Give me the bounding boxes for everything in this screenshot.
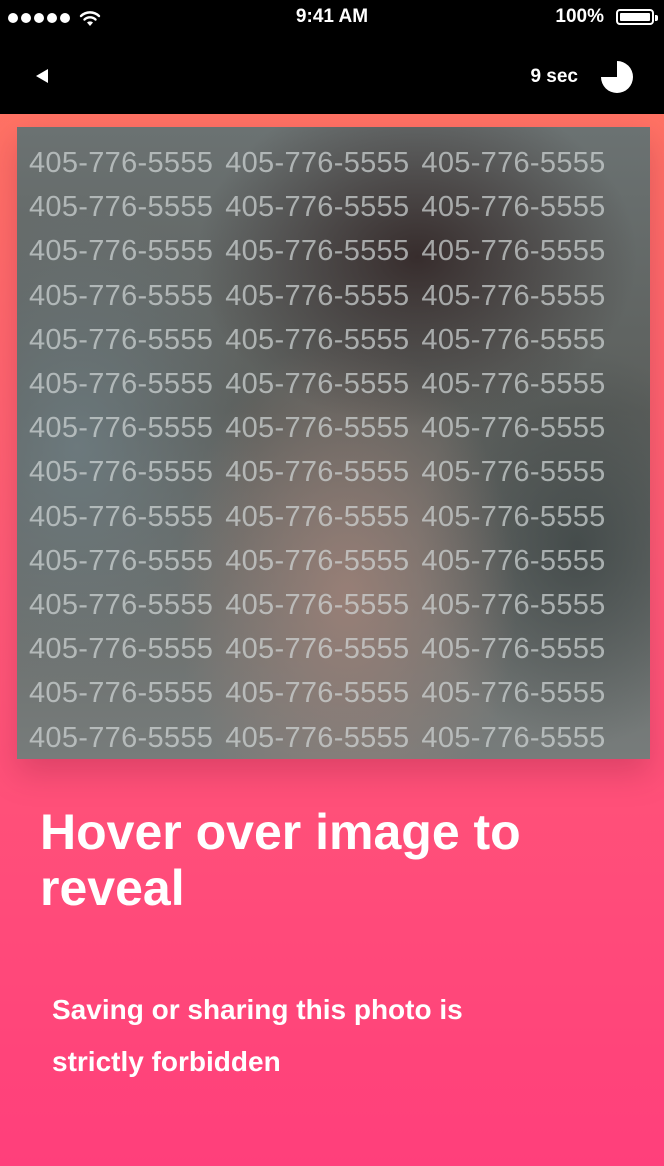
watermark-text: 405-776-5555 xyxy=(29,589,214,622)
phone-watermark: 405-776-5555 405-776-5555 405-776-5555 405-… xyxy=(29,141,649,759)
back-arrow-icon xyxy=(36,69,48,83)
watermark-text: 405-776-5555 xyxy=(225,412,410,445)
watermark-text: 405-776-5555 xyxy=(225,147,410,179)
watermark-text: 405-776-5555 xyxy=(29,633,214,666)
watermark-text: 405-776-5555 xyxy=(421,279,606,312)
watermark-text: 405-776-5555 xyxy=(421,633,606,666)
content-area: 405-776-5555 405-776-5555 405-776-5555 405-… xyxy=(0,114,664,1166)
watermark-text: 405-776-5555 xyxy=(225,721,410,754)
watermark-text: 405-776-5555 xyxy=(225,191,410,224)
watermark-text: 405-776-5555 xyxy=(421,235,606,268)
watermark-text: 405-776-5555 xyxy=(225,500,410,533)
watermark-text: 405-776-5555 xyxy=(421,456,606,489)
battery-nub xyxy=(655,15,658,21)
watermark-text: 405-776-5555 xyxy=(225,235,410,268)
watermark-row: 405-776-5555 405-776-5555 405-776-5555 xyxy=(29,185,649,229)
watermark-row: 405-776-5555 405-776-5555 405-776-5555 xyxy=(29,495,649,539)
nav-bar: 9 sec xyxy=(0,36,664,114)
watermark-text: 405-776-5555 xyxy=(421,368,606,401)
watermark-text: 405-776-5555 xyxy=(421,323,606,356)
watermark-text: 405-776-5555 xyxy=(29,279,214,312)
watermark-row: 405-776-5555 405-776-5555 405-776-5555 xyxy=(29,450,649,494)
countdown-pie-icon xyxy=(601,61,633,93)
watermark-row: 405-776-5555 405-776-5555 405-776-5555 xyxy=(29,274,649,318)
timer-label: 9 sec xyxy=(530,66,578,87)
watermark-row: 405-776-5555 405-776-5555 405-776-5555 xyxy=(29,318,649,362)
watermark-text: 405-776-5555 xyxy=(421,147,606,179)
blurred-photo[interactable]: 405-776-5555 405-776-5555 405-776-5555 405-… xyxy=(17,127,650,759)
watermark-text: 405-776-5555 xyxy=(225,368,410,401)
watermark-text: 405-776-5555 xyxy=(225,323,410,356)
watermark-text: 405-776-5555 xyxy=(225,589,410,622)
watermark-text: 405-776-5555 xyxy=(225,544,410,577)
watermark-text: 405-776-5555 xyxy=(421,412,606,445)
watermark-text: 405-776-5555 xyxy=(29,368,214,401)
watermark-row: 405-776-5555 405-776-5555 405-776-5555 xyxy=(29,406,649,450)
reveal-headline: Hover over image to reveal xyxy=(40,804,521,916)
battery-percent: 100% xyxy=(555,6,604,27)
watermark-text: 405-776-5555 xyxy=(29,412,214,445)
watermark-row: 405-776-5555 405-776-5555 405-776-5555 xyxy=(29,716,649,759)
watermark-text: 405-776-5555 xyxy=(29,544,214,577)
watermark-text: 405-776-5555 xyxy=(29,235,214,268)
status-bar: 9:41 AM 100% xyxy=(0,0,664,36)
watermark-row: 405-776-5555 405-776-5555 405-776-5555 xyxy=(29,583,649,627)
watermark-text: 405-776-5555 xyxy=(421,191,606,224)
watermark-row: 405-776-5555 405-776-5555 405-776-5555 xyxy=(29,539,649,583)
battery-icon xyxy=(616,9,654,25)
watermark-text: 405-776-5555 xyxy=(29,721,214,754)
watermark-row: 405-776-5555 405-776-5555 405-776-5555 xyxy=(29,627,649,671)
watermark-text: 405-776-5555 xyxy=(225,633,410,666)
watermark-text: 405-776-5555 xyxy=(29,500,214,533)
watermark-text: 405-776-5555 xyxy=(421,544,606,577)
watermark-text: 405-776-5555 xyxy=(29,323,214,356)
watermark-row: 405-776-5555 405-776-5555 405-776-5555 xyxy=(29,362,649,406)
watermark-text: 405-776-5555 xyxy=(421,677,606,710)
watermark-text: 405-776-5555 xyxy=(29,456,214,489)
watermark-text: 405-776-5555 xyxy=(421,500,606,533)
watermark-row: 405-776-5555 405-776-5555 405-776-5555 xyxy=(29,141,649,185)
watermark-row: 405-776-5555 405-776-5555 405-776-5555 xyxy=(29,671,649,715)
watermark-text: 405-776-5555 xyxy=(29,191,214,224)
watermark-text: 405-776-5555 xyxy=(225,279,410,312)
watermark-text: 405-776-5555 xyxy=(421,589,606,622)
watermark-text: 405-776-5555 xyxy=(29,147,214,179)
watermark-text: 405-776-5555 xyxy=(421,721,606,754)
forbidden-notice: Saving or sharing this photo is strictly… xyxy=(52,994,463,1077)
back-button[interactable] xyxy=(28,62,58,90)
watermark-row: 405-776-5555 405-776-5555 405-776-5555 xyxy=(29,229,649,273)
watermark-text: 405-776-5555 xyxy=(225,677,410,710)
watermark-text: 405-776-5555 xyxy=(225,456,410,489)
watermark-text: 405-776-5555 xyxy=(29,677,214,710)
